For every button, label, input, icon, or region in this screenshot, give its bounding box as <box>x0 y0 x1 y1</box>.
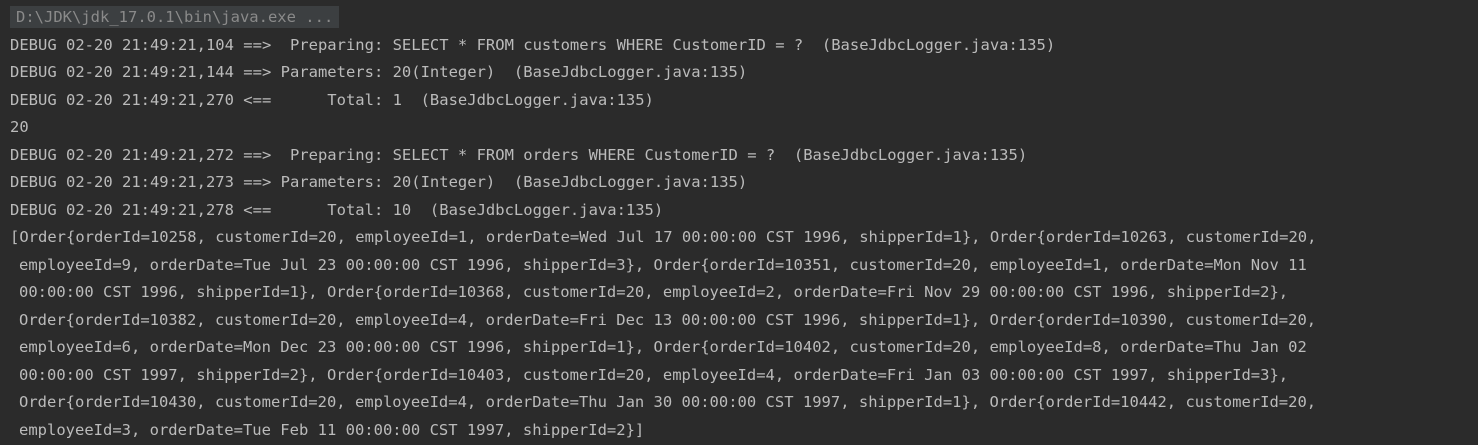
output-line: employeeId=6, orderDate=Mon Dec 23 00:00… <box>19 338 1307 356</box>
command-line-row: D:\JDK\jdk_17.0.1\bin\java.exe ... <box>10 4 1478 32</box>
output-line: [Order{orderId=10258, customerId=20, emp… <box>10 228 1317 246</box>
output-line: 00:00:00 CST 1997, shipperId=2}, Order{o… <box>19 365 1289 384</box>
log-line: DEBUG 02-20 21:49:21,104 ==> Preparing: … <box>10 35 1056 54</box>
output-line: Order{orderId=10430, customerId=20, empl… <box>19 393 1317 411</box>
output-line: Order{orderId=10382, customerId=20, empl… <box>19 310 1317 329</box>
output-line: employeeId=9, orderDate=Tue Jul 23 00:00… <box>19 255 1307 274</box>
log-line: DEBUG 02-20 21:49:21,272 ==> Preparing: … <box>10 145 1028 164</box>
log-line: DEBUG 02-20 21:49:21,144 ==> Parameters:… <box>10 63 748 81</box>
output-line: 00:00:00 CST 1996, shipperId=1}, Order{o… <box>19 283 1289 301</box>
log-line: DEBUG 02-20 21:49:21,278 <== Total: 10 (… <box>10 200 664 219</box>
run-console[interactable]: D:\JDK\jdk_17.0.1\bin\java.exe ... DEBUG… <box>0 0 1478 445</box>
output-line: 20 <box>10 118 29 136</box>
command-line[interactable]: D:\JDK\jdk_17.0.1\bin\java.exe ... <box>10 6 340 28</box>
output-line: employeeId=3, orderDate=Tue Feb 11 00:00… <box>19 420 645 439</box>
log-line: DEBUG 02-20 21:49:21,273 ==> Parameters:… <box>10 173 748 191</box>
log-line: DEBUG 02-20 21:49:21,270 <== Total: 1 (B… <box>10 90 654 109</box>
